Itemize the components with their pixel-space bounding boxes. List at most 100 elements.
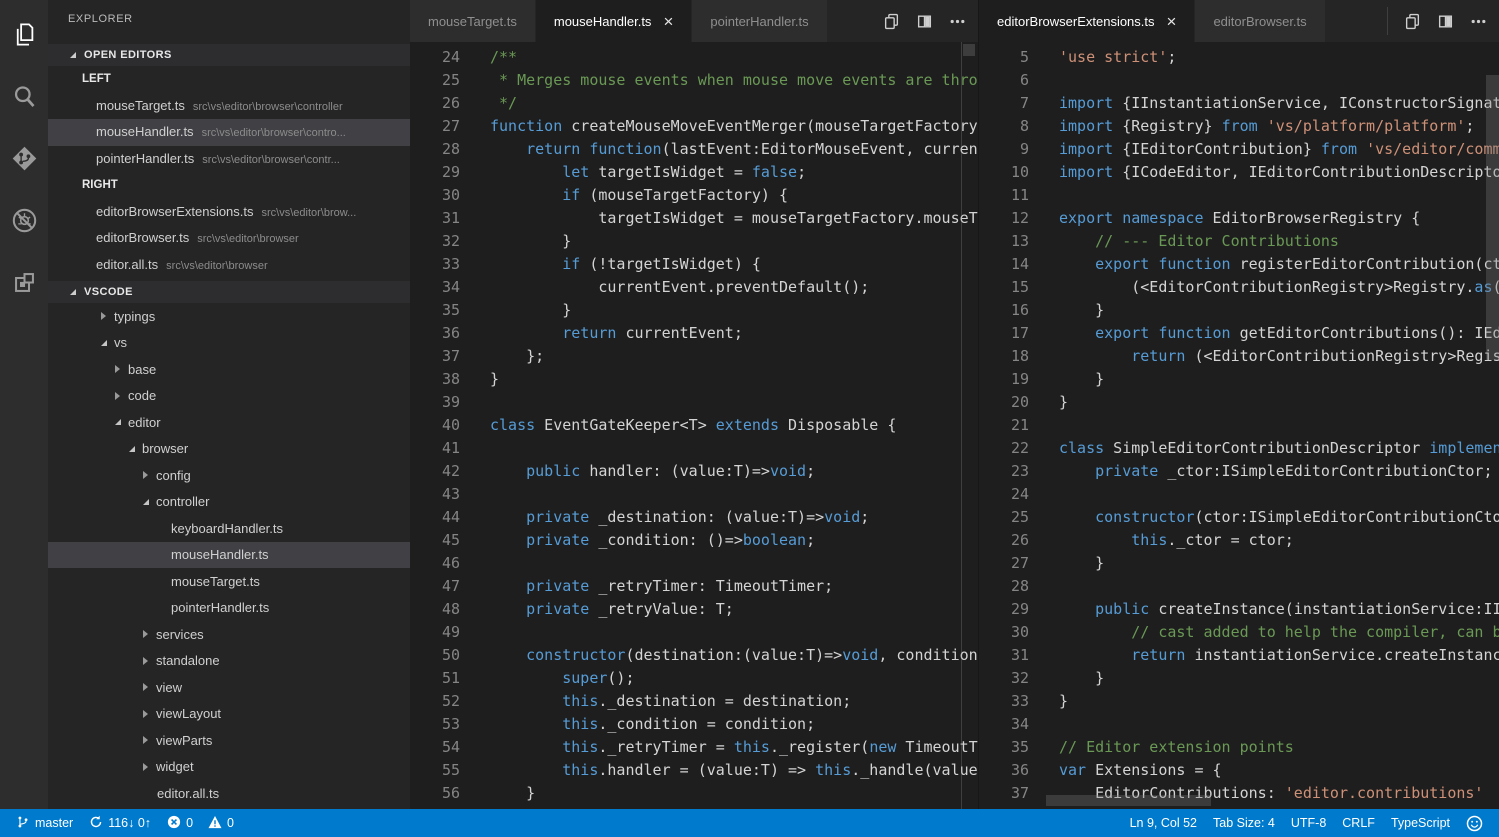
open-editor-item[interactable]: mouseTarget.tssrc\vs\editor\browser\cont… <box>48 93 410 120</box>
code-token: (<EditorContributionRegistry>Registry. <box>1185 347 1499 365</box>
tab-editorBrowser.ts[interactable]: editorBrowser.ts <box>1195 0 1325 42</box>
code-token: function <box>1158 255 1230 273</box>
code-token <box>490 140 526 158</box>
file-name: pointerHandler.ts <box>96 151 194 166</box>
explorer-sidebar: EXPLORER OPEN EDITORS LEFTmouseTarget.ts… <box>48 0 410 809</box>
tab-size-indicator[interactable]: Tab Size: 4 <box>1205 809 1283 837</box>
open-editors-icon[interactable] <box>883 13 900 30</box>
code-token: EventGateKeeper<T> <box>535 416 716 434</box>
tab-mouseHandler.ts[interactable]: mouseHandler.ts× <box>536 0 693 42</box>
tree-item-label: base <box>128 362 156 377</box>
tree-folder-item[interactable]: standalone <box>48 648 410 675</box>
tree-folder-item[interactable]: services <box>48 621 410 648</box>
activity-source-control-button[interactable] <box>0 130 48 192</box>
open-editor-item[interactable]: editorBrowser.tssrc\vs\editor\browser <box>48 225 410 252</box>
close-tab-icon[interactable]: × <box>663 13 673 30</box>
code-token <box>1059 531 1131 549</box>
eol-indicator[interactable]: CRLF <box>1334 809 1383 837</box>
open-editors-icon[interactable] <box>1404 13 1421 30</box>
line-number: 26 <box>410 92 460 115</box>
code-token: TimeoutTimer()); <box>896 738 978 756</box>
line-number: 13 <box>979 230 1029 253</box>
tree-file-item[interactable]: mouseTarget.ts <box>48 568 410 595</box>
horizontal-scrollbar-thumb[interactable] <box>1046 795 1211 806</box>
more-actions-icon[interactable] <box>1470 13 1487 30</box>
split-editor-icon[interactable] <box>916 13 933 30</box>
code-token: if <box>562 255 580 273</box>
activity-explorer-button[interactable] <box>0 6 48 68</box>
code-token: // --- Editor Contributions <box>1095 232 1339 250</box>
tree-folder-item[interactable]: vs <box>48 330 410 357</box>
code-token: createMouseMoveEventMerger(mouseTargetFa… <box>562 117 978 135</box>
code-editor-right[interactable]: 5'use strict';67import {IInstantiationSe… <box>979 42 1499 809</box>
tree-file-item[interactable]: pointerHandler.ts <box>48 595 410 622</box>
tree-folder-item[interactable]: base <box>48 356 410 383</box>
language-indicator[interactable]: TypeScript <box>1383 809 1458 837</box>
code-token <box>490 692 562 710</box>
open-editor-item[interactable]: mouseHandler.tssrc\vs\editor\browser\con… <box>48 119 410 146</box>
tree-folder-item[interactable]: editor <box>48 409 410 436</box>
code-token: targetIsWidget = <box>589 163 752 181</box>
problems-status[interactable]: 0 0 <box>159 809 242 837</box>
tab-pointerHandler.ts[interactable]: pointerHandler.ts <box>692 0 827 42</box>
code-line: 10import {ICodeEditor, IEditorContributi… <box>979 161 1499 184</box>
tree-folder-item[interactable]: viewParts <box>48 727 410 754</box>
open-editor-item[interactable]: editorBrowserExtensions.tssrc\vs\editor\… <box>48 199 410 226</box>
tree-item-label: viewParts <box>156 733 212 748</box>
tree-folder-item[interactable]: widget <box>48 754 410 781</box>
activity-search-button[interactable] <box>0 68 48 130</box>
close-tab-icon[interactable]: × <box>1167 13 1177 30</box>
vertical-scrollbar-thumb[interactable] <box>1486 75 1499 360</box>
activity-debug-button[interactable] <box>0 192 48 254</box>
tab-editorBrowserExtensions.ts[interactable]: editorBrowserExtensions.ts× <box>979 0 1195 42</box>
code-line: 29 public createInstance(instantiationSe… <box>979 598 1499 621</box>
tree-file-item[interactable]: keyboardHandler.ts <box>48 515 410 542</box>
open-editors-header[interactable]: OPEN EDITORS <box>48 44 410 66</box>
tree-folder-item[interactable]: typings <box>48 303 410 330</box>
tree-file-item[interactable]: mouseHandler.ts <box>48 542 410 569</box>
tree-folder-item[interactable]: view <box>48 674 410 701</box>
code-token: import <box>1059 94 1113 112</box>
more-actions-icon[interactable] <box>949 13 966 30</box>
code-line: 52 this._destination = destination; <box>410 690 978 713</box>
tree-folder-item[interactable]: code <box>48 383 410 410</box>
code-token: ._ctor = ctor; <box>1167 531 1293 549</box>
code-token <box>490 163 562 181</box>
split-editor-icon[interactable] <box>1437 13 1454 30</box>
tree-folder-item[interactable]: viewLayout <box>48 701 410 728</box>
editor-group-label: RIGHT <box>48 172 410 199</box>
tree-folder-item[interactable]: controller <box>48 489 410 516</box>
line-number: 44 <box>410 506 460 529</box>
tree-folder-item[interactable]: config <box>48 462 410 489</box>
code-token: this <box>562 692 598 710</box>
activity-extensions-button[interactable] <box>0 254 48 316</box>
code-token: this <box>1131 531 1167 549</box>
line-number: 39 <box>410 391 460 414</box>
encoding-indicator[interactable]: UTF-8 <box>1283 809 1334 837</box>
tree-folder-item[interactable]: browser <box>48 436 410 463</box>
line-number: 27 <box>410 115 460 138</box>
tree-file-item[interactable]: editor.all.ts <box>48 780 410 807</box>
open-editor-item[interactable]: pointerHandler.tssrc\vs\editor\browser\c… <box>48 146 410 173</box>
line-number: 30 <box>979 621 1029 644</box>
code-content-right: 5'use strict';67import {IInstantiationSe… <box>979 46 1499 809</box>
open-editor-item[interactable]: editor.all.tssrc\vs\editor\browser <box>48 252 410 279</box>
code-token: } <box>1059 393 1068 411</box>
file-name: editorBrowser.ts <box>96 230 189 245</box>
code-token <box>490 715 562 733</box>
code-token: ; <box>860 508 869 526</box>
tab-mouseTarget.ts[interactable]: mouseTarget.ts <box>410 0 536 42</box>
feedback-smiley-icon[interactable] <box>1458 809 1491 837</box>
chevron-collapsed-icon <box>143 763 154 771</box>
code-token: ; <box>806 531 815 549</box>
code-token <box>1357 140 1366 158</box>
tab-actions-divider <box>1387 7 1388 35</box>
cursor-position[interactable]: Ln 9, Col 52 <box>1122 809 1205 837</box>
code-token <box>1059 646 1131 664</box>
folder-section-header[interactable]: VSCODE <box>48 281 410 303</box>
git-branch-status[interactable]: master <box>8 809 81 837</box>
code-editor-left[interactable]: 24/**25 * Merges mouse events when mouse… <box>410 42 978 809</box>
sync-status[interactable]: 116↓ 0↑ <box>81 809 159 837</box>
code-token <box>490 462 526 480</box>
vertical-scrollbar-thumb[interactable] <box>963 44 975 56</box>
